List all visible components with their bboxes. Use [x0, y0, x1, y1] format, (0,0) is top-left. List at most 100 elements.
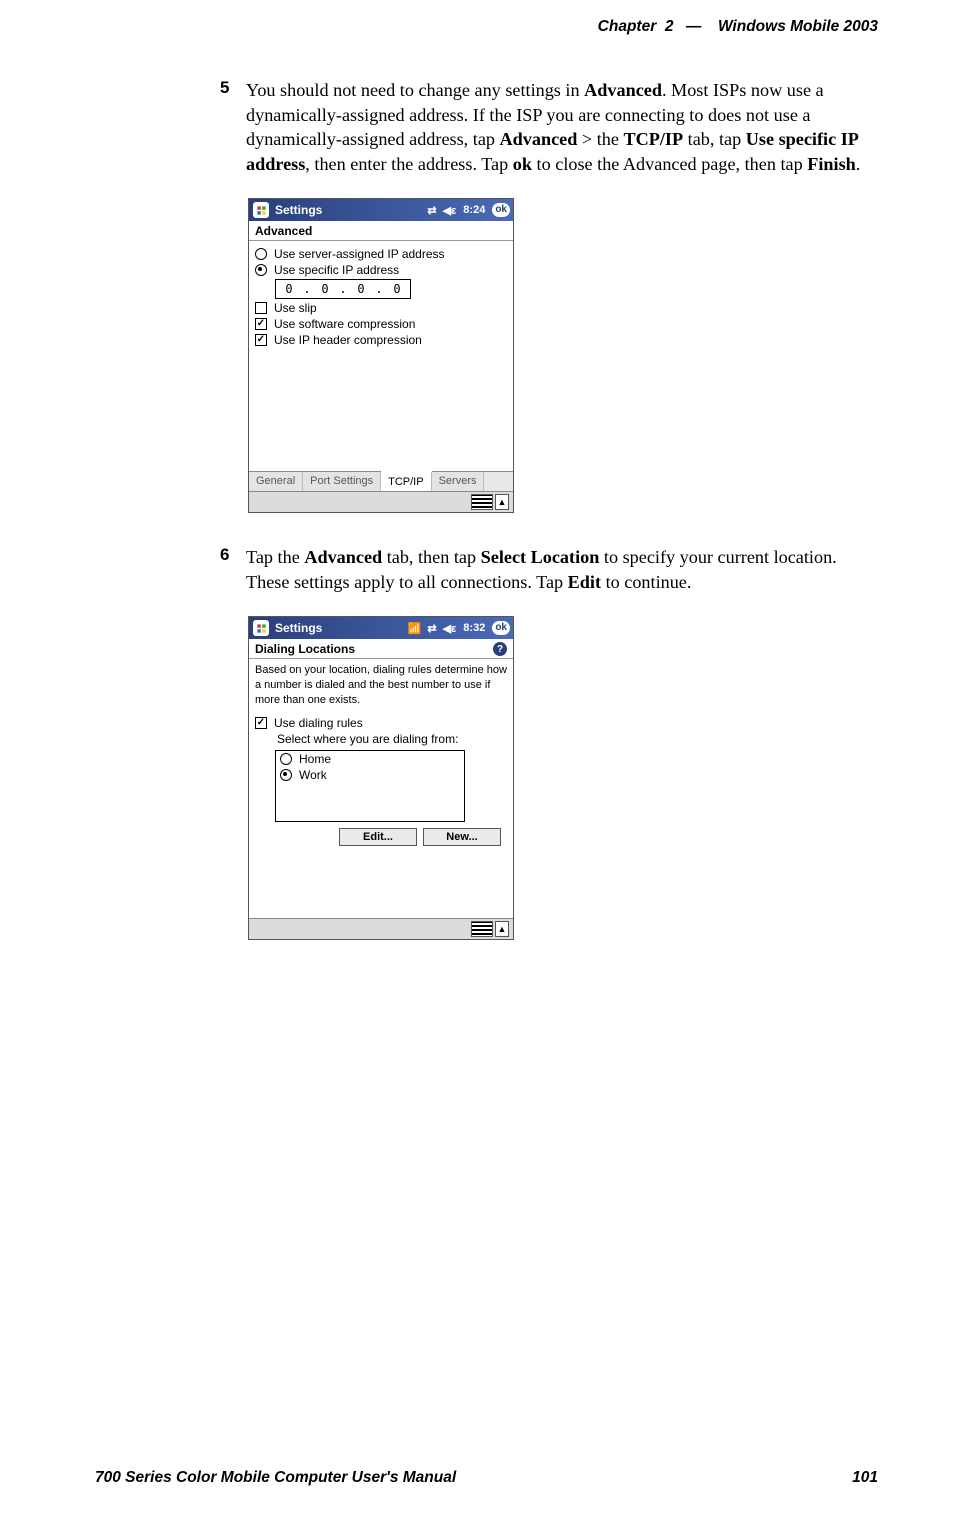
checkbox-software-compression[interactable]: Use software compression [255, 317, 507, 331]
bold: TCP/IP [623, 129, 683, 149]
screenshot-advanced-tcpip: Settings ⇄ ◀ε 8:24 ok Advanced Use serve… [248, 198, 514, 513]
checkbox-label: Use software compression [274, 317, 415, 331]
connectivity-icon[interactable]: ⇄ [427, 204, 436, 217]
button-row: Edit... New... [255, 828, 501, 846]
radio-icon[interactable] [280, 769, 292, 781]
title-bar-text: Settings [275, 621, 322, 635]
title-bar: Settings ⇄ ◀ε 8:24 ok [249, 199, 513, 221]
sip-arrow-icon[interactable]: ▲ [495, 494, 509, 510]
description-text: Based on your location, dialing rules de… [249, 659, 513, 710]
t: . [856, 154, 861, 174]
radio-icon[interactable] [255, 264, 267, 276]
select-location-label-row: Select where you are dialing from: [277, 732, 507, 746]
chapter-label: Chapter [598, 18, 657, 35]
ip-octet-3[interactable]: 0 [348, 282, 374, 296]
sip-bar: ▲ [249, 491, 513, 512]
ip-address-row: 0 . 0 . 0 . 0 [255, 279, 507, 299]
tab-tcpip[interactable]: TCP/IP [381, 471, 431, 491]
clock[interactable]: 8:32 [463, 622, 485, 634]
chapter-number: 2 [665, 18, 674, 35]
page-title-text: Dialing Locations [255, 642, 355, 656]
tab-servers[interactable]: Servers [432, 472, 485, 491]
start-icon[interactable] [253, 202, 269, 218]
page: Chapter 2 — Windows Mobile 2003 5 You sh… [0, 0, 973, 1519]
ok-button[interactable]: ok [492, 621, 510, 635]
help-icon[interactable]: ? [493, 642, 507, 656]
step-6-number: 6 [220, 545, 246, 594]
step-6: 6 Tap the Advanced tab, then tap Select … [220, 545, 878, 594]
ip-dot: . [302, 282, 312, 296]
edit-button[interactable]: Edit... [339, 828, 417, 846]
ip-dot: . [374, 282, 384, 296]
step-5: 5 You should not need to change any sett… [220, 78, 878, 176]
radio-server-assigned[interactable]: Use server-assigned IP address [255, 247, 507, 261]
tab-port-settings[interactable]: Port Settings [303, 472, 381, 491]
t: Tap the [246, 547, 304, 567]
t: to continue. [601, 572, 691, 592]
bold: Advanced [584, 80, 662, 100]
checkbox-use-dialing-rules[interactable]: Use dialing rules [255, 716, 507, 730]
sip-arrow-icon[interactable]: ▲ [495, 921, 509, 937]
ip-octet-1[interactable]: 0 [276, 282, 302, 296]
footer-manual-title: 700 Series Color Mobile Computer User's … [95, 1469, 456, 1487]
page-title: Advanced [249, 221, 513, 241]
checkbox-icon[interactable] [255, 334, 267, 346]
bold: Finish [807, 154, 856, 174]
t: tab, tap [683, 129, 746, 149]
content: 5 You should not need to change any sett… [220, 78, 878, 972]
ip-dot: . [338, 282, 348, 296]
checkbox-icon[interactable] [255, 318, 267, 330]
bold: Advanced [304, 547, 382, 567]
footer-page-number: 101 [852, 1469, 878, 1487]
sip-bar: ▲ [249, 918, 513, 939]
ip-octet-2[interactable]: 0 [312, 282, 338, 296]
t: > the [577, 129, 623, 149]
ip-address-input[interactable]: 0 . 0 . 0 . 0 [275, 279, 411, 299]
t: You should not need to change any settin… [246, 80, 584, 100]
checkbox-label: Use slip [274, 301, 317, 315]
bold: Edit [568, 572, 601, 592]
checkbox-ip-header-compression[interactable]: Use IP header compression [255, 333, 507, 347]
volume-icon[interactable]: ◀ε [443, 204, 457, 217]
checkbox-icon[interactable] [255, 302, 267, 314]
step-6-body: Tap the Advanced tab, then tap Select Lo… [246, 545, 878, 594]
keyboard-icon[interactable] [471, 494, 493, 510]
start-icon[interactable] [253, 620, 269, 636]
tab-general[interactable]: General [249, 472, 303, 491]
radio-specific-ip[interactable]: Use specific IP address [255, 263, 507, 277]
new-button[interactable]: New... [423, 828, 501, 846]
list-item-home[interactable]: Home [276, 751, 464, 767]
radio-icon[interactable] [255, 248, 267, 260]
location-listbox[interactable]: Home Work [275, 750, 465, 822]
page-title: Dialing Locations ? [249, 639, 513, 659]
body: Use dialing rules Select where you are d… [249, 710, 513, 918]
radio-icon[interactable] [280, 753, 292, 765]
list-item-work[interactable]: Work [276, 767, 464, 783]
checkbox-use-slip[interactable]: Use slip [255, 301, 507, 315]
ok-button[interactable]: ok [492, 203, 510, 217]
title-bar: Settings 📶 ⇄ ◀ε 8:32 ok [249, 617, 513, 639]
signal-icon[interactable]: 📶 [408, 622, 422, 635]
select-location-label: Select where you are dialing from: [277, 732, 458, 746]
bold: Advanced [500, 129, 578, 149]
t: tab, then tap [382, 547, 481, 567]
tab-bar: General Port Settings TCP/IP Servers [249, 471, 513, 491]
checkbox-label: Use IP header compression [274, 333, 422, 347]
header-dash: — [678, 18, 710, 35]
bold: ok [513, 154, 532, 174]
clock[interactable]: 8:24 [463, 204, 485, 216]
header-title: Windows Mobile 2003 [718, 18, 878, 35]
list-item-label: Home [299, 752, 331, 766]
running-header: Chapter 2 — Windows Mobile 2003 [598, 18, 878, 36]
whitespace [255, 854, 507, 914]
body: Use server-assigned IP address Use speci… [249, 241, 513, 471]
t: to close the Advanced page, then tap [532, 154, 807, 174]
radio-label: Use server-assigned IP address [274, 247, 445, 261]
volume-icon[interactable]: ◀ε [443, 622, 457, 635]
keyboard-icon[interactable] [471, 921, 493, 937]
list-item-label: Work [299, 768, 327, 782]
connectivity-icon[interactable]: ⇄ [427, 622, 436, 635]
ip-octet-4[interactable]: 0 [384, 282, 410, 296]
whitespace [255, 349, 507, 467]
checkbox-icon[interactable] [255, 717, 267, 729]
